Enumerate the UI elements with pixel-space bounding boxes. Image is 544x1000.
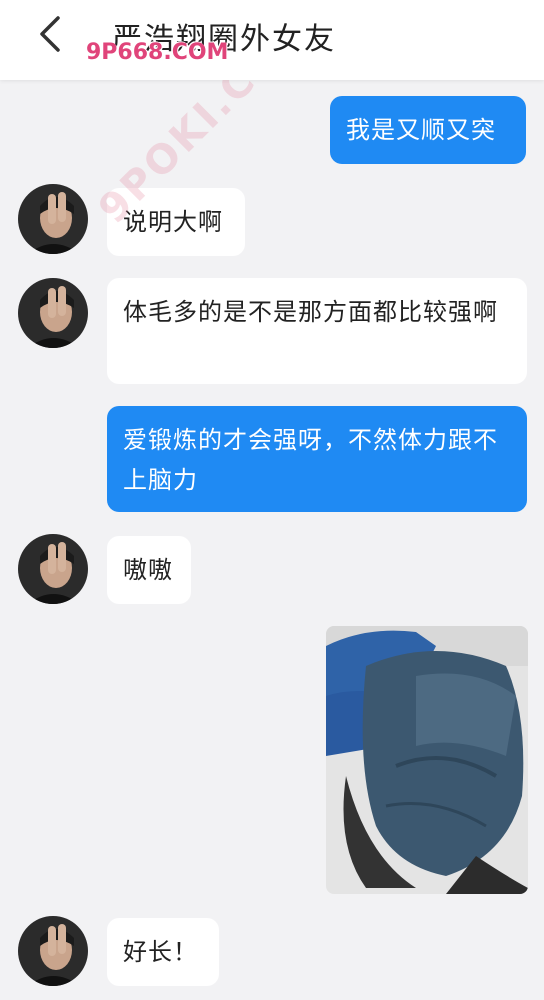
message-bubble-incoming[interactable]: 好长！ xyxy=(107,918,219,986)
contact-avatar[interactable] xyxy=(18,184,88,254)
message-bubble-incoming[interactable]: 体毛多的是不是那方面都比较强啊 xyxy=(107,278,527,384)
message-text: 爱锻炼的才会强呀，不然体力跟不上脑力 xyxy=(123,426,498,494)
avatar-photo xyxy=(18,916,88,986)
message-bubble-incoming[interactable]: 说明大啊 xyxy=(107,188,245,256)
message-text: 嗷嗷 xyxy=(123,556,173,584)
message-bubble-outgoing[interactable]: 爱锻炼的才会强呀，不然体力跟不上脑力 xyxy=(107,406,527,512)
avatar-photo xyxy=(18,278,88,348)
message-text: 我是又顺又突 xyxy=(346,116,496,144)
message-text: 说明大啊 xyxy=(123,208,223,236)
message-image[interactable] xyxy=(326,626,528,894)
avatar-photo xyxy=(18,534,88,604)
chat-header: 严浩翔圈外女友 xyxy=(0,0,544,80)
watermark: 9P668.COM xyxy=(86,40,229,65)
back-button[interactable] xyxy=(26,10,74,58)
contact-avatar[interactable] xyxy=(18,278,88,348)
message-text: 好长！ xyxy=(123,938,198,966)
photo-content xyxy=(326,626,528,894)
contact-avatar[interactable] xyxy=(18,916,88,986)
message-bubble-incoming[interactable]: 嗷嗷 xyxy=(107,536,191,604)
message-bubble-outgoing[interactable]: 我是又顺又突 xyxy=(330,96,526,164)
message-text: 体毛多的是不是那方面都比较强啊 xyxy=(123,298,498,326)
avatar-photo xyxy=(18,184,88,254)
chevron-left-icon xyxy=(40,16,60,52)
contact-avatar[interactable] xyxy=(18,534,88,604)
